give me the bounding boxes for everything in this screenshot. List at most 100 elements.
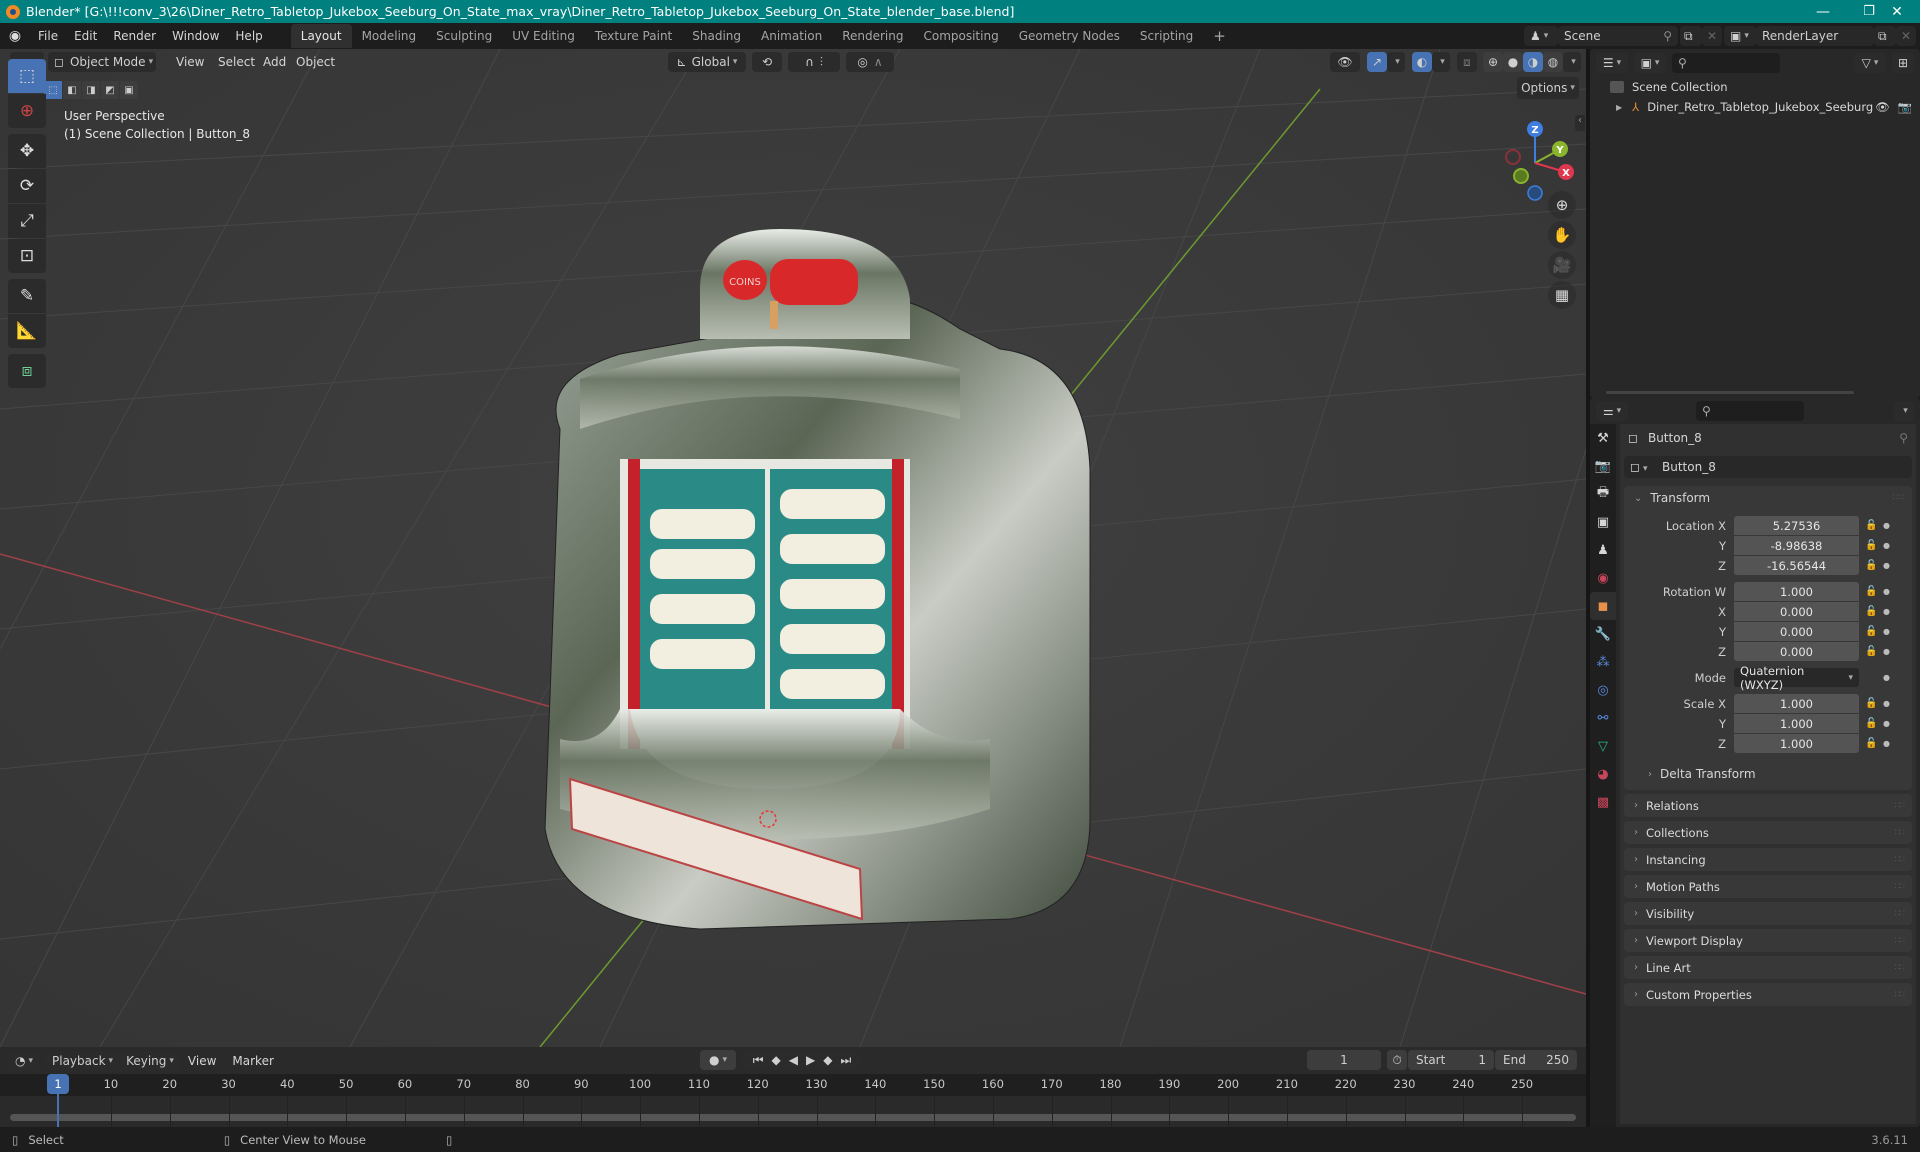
drag-grip-icon[interactable]: ∷∷ — [1895, 936, 1906, 946]
delta-transform-subpanel[interactable]: › Delta Transform — [1624, 764, 1912, 784]
tab-modifiers[interactable]: 🔧 — [1590, 620, 1616, 648]
tool-move[interactable]: ✥ — [8, 134, 46, 168]
scene-name-field[interactable]: Scene ⚲ — [1558, 26, 1678, 46]
outliner-scene-collection[interactable]: Scene Collection — [1590, 77, 1920, 97]
delete-view-layer-button[interactable]: ✕ — [1896, 26, 1916, 46]
outliner-editor-type[interactable]: ☰ ▾ — [1596, 53, 1628, 73]
lock-icon[interactable]: 🔓 — [1865, 698, 1883, 709]
shading-material-preview[interactable]: ◑ — [1523, 52, 1543, 72]
play-reverse-icon[interactable]: ◀ — [789, 1053, 798, 1067]
viewport-menu-view[interactable]: View — [168, 51, 212, 73]
pivot-point-dropdown[interactable]: ⟲ — [752, 52, 782, 72]
lock-icon[interactable]: 🔓 — [1865, 586, 1883, 597]
camera-view-button[interactable]: 🎥 — [1548, 251, 1576, 279]
tab-scripting[interactable]: Scripting — [1130, 24, 1203, 48]
playback-menu[interactable]: Playback ▾ — [46, 1050, 120, 1071]
keyframe-dot-icon[interactable]: ● — [1883, 699, 1893, 708]
prev-keyframe-icon[interactable]: ◆ — [772, 1053, 781, 1067]
outliner-item[interactable]: ▶ ⅄ Diner_Retro_Tabletop_Jukebox_Seeburg… — [1590, 97, 1920, 117]
drag-grip-icon[interactable]: ∷∷ — [1895, 963, 1906, 973]
view-layer-selector[interactable]: ▣ ▾ — [1724, 26, 1756, 46]
properties-search-input[interactable]: ⚲ — [1696, 401, 1804, 421]
play-icon[interactable]: ▶ — [806, 1053, 815, 1067]
expand-arrow-icon[interactable]: ▶ — [1616, 103, 1622, 112]
rotation-w-field[interactable]: 1.000 — [1734, 582, 1859, 601]
pin-icon[interactable]: ⚲ — [1663, 29, 1672, 43]
tab-object[interactable]: ◼ — [1590, 592, 1616, 620]
shading-rendered[interactable]: ◍ — [1543, 52, 1563, 72]
pin-icon[interactable]: ⚲ — [1899, 431, 1908, 445]
tab-geometry-nodes[interactable]: Geometry Nodes — [1009, 24, 1130, 48]
tab-layout[interactable]: Layout — [290, 24, 352, 48]
scale-y-field[interactable]: 1.000 — [1734, 714, 1859, 733]
tool-add-cube[interactable]: ⧈ — [8, 354, 46, 388]
toggle-perspective-button[interactable]: ▦ — [1548, 281, 1576, 309]
keyframe-dot-icon[interactable]: ● — [1883, 607, 1893, 616]
tab-shading[interactable]: Shading — [682, 24, 751, 48]
close-button[interactable]: ✕ — [1874, 0, 1920, 23]
filter-dropdown[interactable]: ▽ ▾ — [1854, 53, 1886, 73]
rotation-y-field[interactable]: 0.000 — [1734, 622, 1859, 641]
tab-compositing[interactable]: Compositing — [913, 24, 1008, 48]
tab-world[interactable]: ◉ — [1590, 564, 1616, 592]
keyframe-dot-icon[interactable]: ● — [1883, 739, 1893, 748]
panel-viewport-display[interactable]: › Viewport Display ∷∷ — [1624, 929, 1912, 952]
timeline-track[interactable] — [0, 1096, 1586, 1127]
zoom-view-button[interactable]: ⊕ — [1548, 191, 1576, 219]
keyframe-dot-icon[interactable]: ● — [1883, 627, 1893, 636]
jump-start-icon[interactable]: ⏮ — [753, 1053, 764, 1068]
tab-output[interactable]: 🖶 — [1590, 480, 1616, 508]
select-intersect-button[interactable]: ▣ — [120, 81, 138, 99]
object-name-field[interactable]: ◻ ▾ Button_8 — [1624, 456, 1912, 478]
drag-grip-icon[interactable]: ∷∷ — [1895, 855, 1906, 865]
menu-render[interactable]: Render — [105, 25, 164, 47]
tab-uv-editing[interactable]: UV Editing — [502, 24, 585, 48]
lock-icon[interactable]: 🔓 — [1865, 738, 1883, 749]
panel-motion-paths[interactable]: › Motion Paths ∷∷ — [1624, 875, 1912, 898]
tab-render[interactable]: 📷 — [1590, 452, 1616, 480]
location-z-field[interactable]: -16.56544 — [1734, 556, 1859, 575]
transform-orientation-dropdown[interactable]: ⊾ Global ▾ — [668, 52, 746, 72]
tab-tool[interactable]: ⚒ — [1590, 424, 1616, 452]
lock-icon[interactable]: 🔓 — [1865, 520, 1883, 531]
keyframe-dot-icon[interactable]: ● — [1883, 647, 1893, 656]
playhead-line[interactable] — [57, 1094, 59, 1127]
jump-end-icon[interactable]: ⏭ — [840, 1053, 851, 1068]
lock-icon[interactable]: 🔓 — [1865, 718, 1883, 729]
tab-scene[interactable]: ♟ — [1590, 536, 1616, 564]
lock-icon[interactable]: 🔓 — [1865, 540, 1883, 551]
visibility-dropdown[interactable]: 👁 — [1330, 52, 1360, 72]
new-scene-button[interactable]: ⧉ — [1680, 26, 1702, 46]
proportional-editing-toggle[interactable]: ◎ ∧ — [846, 52, 894, 72]
menu-window[interactable]: Window — [164, 25, 227, 47]
rotation-mode-dropdown[interactable]: Quaternion (WXYZ) ▾ — [1734, 664, 1859, 692]
properties-options-dropdown[interactable]: ▾ — [1894, 401, 1914, 421]
new-collection-button[interactable]: ⊞ — [1892, 53, 1914, 73]
tab-texture[interactable]: ▩ — [1590, 788, 1616, 816]
keyframe-dot-icon[interactable]: ● — [1883, 587, 1893, 596]
options-dropdown[interactable]: Options ▾ — [1517, 77, 1579, 99]
select-extend-button[interactable]: ◧ — [63, 81, 81, 99]
tool-transform[interactable]: ⊡ — [8, 239, 46, 273]
scale-x-field[interactable]: 1.000 — [1734, 694, 1859, 713]
tab-data[interactable]: ▽ — [1590, 732, 1616, 760]
outliner-search-input[interactable]: ⚲ — [1672, 53, 1780, 73]
timeline-editor-type[interactable]: ◔ ▾ — [8, 1050, 40, 1071]
gizmo-toggle[interactable]: ↗ — [1367, 52, 1387, 72]
overlays-toggle[interactable]: ◐ — [1412, 52, 1432, 72]
menu-help[interactable]: Help — [227, 25, 270, 47]
render-camera-icon[interactable]: 📷 — [1898, 100, 1912, 114]
tab-sculpting[interactable]: Sculpting — [426, 24, 502, 48]
drag-grip-icon[interactable]: ∷∷ — [1895, 909, 1906, 919]
xray-toggle[interactable]: ⧈ — [1457, 52, 1477, 72]
keyframe-dot-icon[interactable]: ● — [1883, 561, 1893, 570]
display-mode-dropdown[interactable]: ▣ ▾ — [1634, 53, 1666, 73]
minimize-button[interactable]: — — [1800, 0, 1846, 23]
timeline-menu-view[interactable]: View — [180, 1050, 224, 1072]
pan-view-button[interactable]: ✋ — [1548, 221, 1576, 249]
transform-panel-header[interactable]: ⌄ Transform ∷∷ — [1624, 486, 1912, 510]
menu-edit[interactable]: Edit — [66, 25, 105, 47]
properties-editor-type[interactable]: ⚌ ▾ — [1596, 401, 1628, 421]
keying-menu[interactable]: Keying ▾ — [120, 1050, 180, 1071]
outliner-scrollbar[interactable] — [1606, 391, 1854, 394]
